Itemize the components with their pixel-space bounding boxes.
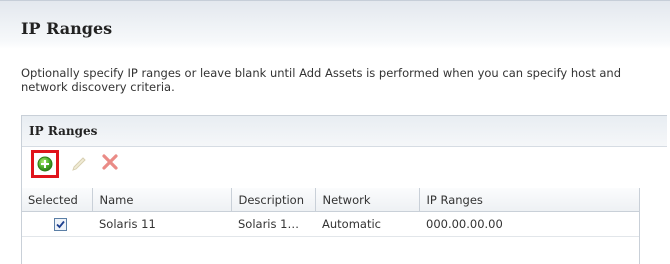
table-row[interactable]: Solaris 11 Solaris 1… Automatic 000.00.0…: [22, 211, 639, 237]
table-header-row: Selected Name Description Network IP Ran…: [22, 188, 640, 212]
toolbar: [22, 147, 667, 179]
pencil-icon: [68, 157, 90, 176]
add-button[interactable]: [31, 150, 59, 178]
edit-button[interactable]: [68, 151, 90, 173]
page-header: IP Ranges: [0, 0, 670, 49]
delete-x-icon: [99, 154, 121, 176]
table-right-edge: [639, 188, 640, 264]
network-cell: Automatic: [315, 211, 419, 237]
panel-header: IP Ranges: [22, 116, 667, 147]
delete-button[interactable]: [99, 151, 121, 173]
page-description: Optionally specify IP ranges or leave bl…: [21, 66, 621, 94]
column-header-selected[interactable]: Selected: [22, 188, 93, 212]
description-cell: Solaris 1…: [231, 211, 315, 237]
ip-ranges-table-wrapper: Selected Name Description Network IP Ran…: [22, 188, 640, 264]
checkmark-icon: [56, 220, 65, 229]
ip-ranges-page: IP Ranges Optionally specify IP ranges o…: [0, 0, 670, 264]
selected-cell: [22, 211, 92, 237]
column-header-ip-ranges[interactable]: IP Ranges: [418, 188, 640, 212]
name-cell: Solaris 11: [92, 211, 231, 237]
ip-ranges-cell: 000.00.00.00: [419, 211, 639, 237]
column-header-description[interactable]: Description: [230, 188, 316, 212]
page-title: IP Ranges: [21, 19, 113, 38]
column-header-network[interactable]: Network: [314, 188, 420, 212]
row-select-checkbox[interactable]: [54, 218, 67, 231]
column-header-name[interactable]: Name: [91, 188, 232, 212]
ip-ranges-panel: IP Ranges Selected Name Description Netw…: [21, 115, 667, 264]
panel-title: IP Ranges: [29, 124, 98, 138]
ip-ranges-table: Selected Name Description Network IP Ran…: [22, 188, 640, 237]
